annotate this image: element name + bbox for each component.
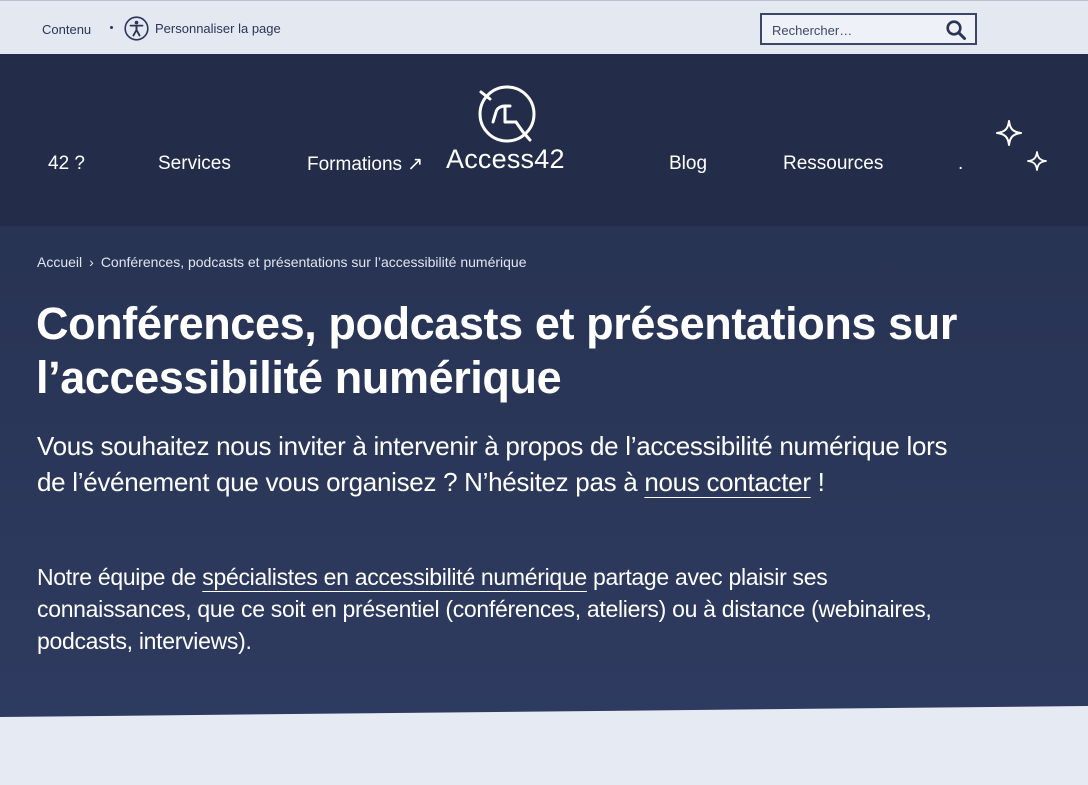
search-input[interactable]	[772, 21, 937, 39]
customize-page-label: Personnaliser la page	[155, 21, 281, 36]
magnifier-icon[interactable]	[945, 19, 967, 41]
team-paragraph: Notre équipe de spécialistes en accessib…	[37, 561, 937, 657]
sparkle-icon	[996, 120, 1022, 146]
search-form	[760, 13, 977, 45]
team-text: Notre équipe de	[37, 564, 203, 590]
intro-text-end: !	[810, 467, 825, 497]
nav-item-about[interactable]: 42 ?	[48, 153, 85, 175]
breadcrumb-separator: ›	[89, 254, 94, 270]
nav-item-blog[interactable]: Blog	[669, 153, 707, 175]
nav-item-more[interactable]: .	[958, 153, 963, 175]
page-title: Conférences, podcasts et présentations s…	[36, 298, 957, 403]
separator-dot	[110, 26, 113, 29]
hero-section: 42 ? Services Formations ↗ Access42 Blog…	[0, 54, 1088, 717]
sparkle-icon	[1027, 151, 1047, 171]
nav-item-formations[interactable]: Formations ↗	[307, 153, 423, 176]
intro-paragraph: Vous souhaitez nous inviter à intervenir…	[37, 428, 957, 500]
breadcrumb-current: Conférences, podcasts et présentations s…	[100, 254, 527, 270]
customize-page-button[interactable]: Personnaliser la page	[124, 16, 281, 41]
main-navigation: 42 ? Services Formations ↗ Access42 Blog…	[0, 54, 1088, 226]
specialists-link[interactable]: spécialistes en accessibilité numérique	[202, 564, 587, 590]
nav-item-services[interactable]: Services	[158, 153, 231, 175]
skip-to-content-link[interactable]: Contenu	[42, 22, 91, 37]
top-bar: Contenu Personnaliser la page	[0, 0, 1088, 54]
nav-item-ressources[interactable]: Ressources	[783, 153, 883, 175]
contact-link[interactable]: nous contacter	[644, 467, 811, 497]
breadcrumb: Accueil › Conférences, podcasts et prése…	[37, 254, 526, 270]
breadcrumb-home-link[interactable]: Accueil	[37, 254, 82, 270]
accessibility-person-icon	[124, 16, 149, 41]
logo-text: Access42	[446, 144, 565, 174]
